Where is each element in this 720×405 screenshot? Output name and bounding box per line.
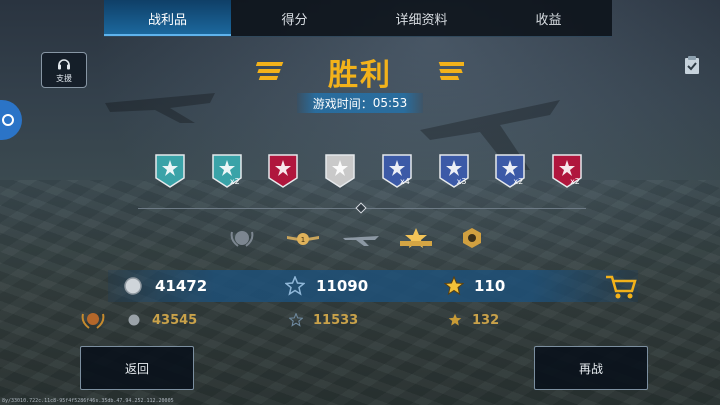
medal-multiplier: x3 xyxy=(456,177,467,186)
svg-text:1: 1 xyxy=(301,236,305,244)
game-result-screen: 战利品 得分 详细资料 收益 支援 胜利 游戏时间： 05:53 x2 x4 x… xyxy=(0,0,720,405)
cart-icon[interactable] xyxy=(604,273,638,301)
medal-multiplier: x2 xyxy=(229,177,240,186)
double-star-medal-icon: x2 xyxy=(210,152,244,190)
gold-star-total: 132 xyxy=(472,313,500,328)
wing-badge-icon: 1 xyxy=(287,233,319,245)
build-info: 8y/33010.722c.11c8-95f4f5286f46s.35db.47… xyxy=(2,398,174,404)
medal-multiplier: x2 xyxy=(570,177,580,186)
gold-star-reward: 110 xyxy=(474,277,506,295)
game-time-label: 游戏时间： xyxy=(312,96,373,111)
tab-earnings[interactable]: 收益 xyxy=(485,0,612,36)
ring-icon xyxy=(2,114,14,126)
result-title: 胜利 xyxy=(328,58,392,93)
parachute-medal-icon: x2 xyxy=(493,152,527,190)
aircraft-icon xyxy=(343,236,379,246)
game-time-value: 05:53 xyxy=(372,96,408,110)
star-medal-icon xyxy=(266,152,300,190)
tab-details[interactable]: 详细资料 xyxy=(358,0,485,36)
shield-medal-icon xyxy=(323,152,357,190)
tab-loot[interactable]: 战利品 xyxy=(104,0,231,36)
back-button[interactable]: 返回 xyxy=(80,346,194,390)
medal-multiplier: x4 xyxy=(399,177,410,186)
silver-coin-icon xyxy=(128,314,140,326)
side-drawer-tab[interactable] xyxy=(0,100,22,140)
silver-total: 43545 xyxy=(152,313,198,328)
plane-medal-icon: x3 xyxy=(437,152,471,190)
silver-coin-icon xyxy=(124,277,142,295)
plane-medal-icon: x4 xyxy=(380,152,414,190)
wing-right-icon xyxy=(438,62,464,80)
star-medal-icon: x2 xyxy=(550,152,584,190)
double-star-medal-icon xyxy=(153,152,187,190)
premium-badge-icon xyxy=(81,313,105,329)
laurel-rank-icon xyxy=(230,231,254,247)
xp-reward: 11090 xyxy=(316,277,369,295)
xp-star-icon xyxy=(285,276,305,296)
game-time-bar: 游戏时间： 05:53 xyxy=(297,93,423,113)
play-again-button[interactable]: 再战 xyxy=(534,346,648,390)
silver-reward: 41472 xyxy=(155,277,208,295)
hexagon-badge-icon xyxy=(463,228,481,248)
medal-multiplier: x2 xyxy=(513,177,524,186)
xp-star-icon xyxy=(289,313,303,327)
tab-bar: 战利品 得分 详细资料 收益 xyxy=(104,0,612,37)
tab-score[interactable]: 得分 xyxy=(231,0,358,36)
gold-star-icon xyxy=(444,276,464,296)
star-ribbon-icon xyxy=(400,228,432,248)
xp-total: 11533 xyxy=(313,313,359,328)
gold-star-icon xyxy=(448,313,462,326)
